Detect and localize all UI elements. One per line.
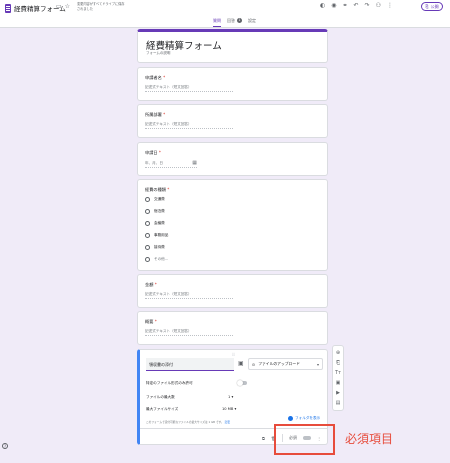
duplicate-icon[interactable]: ⧉ [262,436,265,441]
max-size-select[interactable]: 10 MB ▾ [222,407,236,411]
add-question-icon[interactable]: ⊕ [336,350,340,356]
add-title-icon[interactable]: Tт [335,370,341,376]
radio-option[interactable]: 宿泊費 [145,209,165,214]
dropdown-arrow-icon: ▾ [316,362,319,367]
response-count-badge: 1 [237,18,242,23]
form-description[interactable]: フォームの説明 [146,51,170,56]
image-icon[interactable]: ▣ [238,360,244,367]
tab-settings[interactable]: 設定 [248,16,256,25]
title-icons: ▭ ☆ [56,3,70,10]
size-note: このフォームで受付可能なファイルの最大サイズは 1 GB です。 変更 [146,420,230,424]
radio-option-other[interactable]: その他... [145,257,168,262]
radio-circle [145,233,150,238]
question-type-select[interactable]: ⊙ ファイルのアップロード ▾ [248,358,323,370]
drag-handle-icon[interactable]: ⠿ [232,352,236,357]
tabs: 質問 回答 1 設定 [213,16,256,27]
forms-app-icon[interactable] [5,4,11,13]
folder-icon [288,416,293,421]
view-folder-link[interactable]: フォルダを表示 [288,416,320,421]
date-placeholder: 年、月、日 ▦ [145,160,197,168]
import-questions-icon[interactable]: ⎗ [336,360,340,366]
short-answer-placeholder: 記述式テキスト（短文回答） [145,122,233,129]
add-section-icon[interactable]: ▤ [336,400,341,406]
undo-icon[interactable]: ↶ [354,2,359,9]
radio-option[interactable]: 事務用品 [145,233,168,238]
tab-label: 設定 [248,17,256,23]
question-label: 所属部署 * [145,112,166,117]
form-title-card[interactable]: 経費精算フォーム フォームの説明 [137,29,328,63]
folder-icon[interactable]: ▭ [56,3,62,10]
radio-circle [145,209,150,214]
question-label: 金額 * [145,282,157,287]
radio-option[interactable]: 交通費 [145,197,165,202]
question-card-applicant[interactable]: 申請者名 * 記述式テキスト（短文回答） [137,67,328,101]
tab-label: 回答 [227,17,235,23]
calendar-icon: ▦ [192,160,197,166]
form-title[interactable]: 経費精算フォーム [146,38,222,52]
question-title-input[interactable]: 領収書の添付 [146,358,234,371]
question-label: 申請日 * [145,150,162,155]
toolbar: ◐ ◉ ⚭ ↶ ↷ ⚇ ⋮ [320,2,393,9]
question-card-expense-type[interactable]: 経費の種類 * 交通費 宿泊費 会議費 事務用品 接待費 その他... [137,179,328,271]
floating-toolbar: ⊕ ⎗ Tт ▣ ▶ ▤ [332,345,344,411]
max-size-label: 最大ファイルサイズ [146,407,179,411]
question-card-department[interactable]: 所属部署 * 記述式テキスト（短文回答） [137,104,328,138]
change-link[interactable]: 変更 [225,420,230,424]
add-image-icon[interactable]: ▣ [336,380,341,386]
link-icon[interactable]: ⚭ [343,2,348,9]
tab-label: 質問 [213,17,221,23]
radio-circle [145,245,150,250]
redo-icon[interactable]: ↷ [365,2,370,9]
palette-icon[interactable]: ◐ [320,2,325,9]
radio-circle [145,257,150,262]
short-answer-placeholder: 記述式テキスト（短文回答） [145,329,233,336]
upload-icon: ⊙ [252,361,256,367]
short-answer-placeholder: 記述式テキスト（短文回答） [145,292,233,299]
radio-circle [145,197,150,202]
file-type-toggle[interactable] [237,380,247,386]
question-label: 申請者名 * [145,75,166,80]
add-collaborator-icon[interactable]: ⚇ [376,2,381,9]
add-video-icon[interactable]: ▶ [336,390,340,396]
publish-label: 公開 [430,3,439,9]
question-label: 経費の種類 * [145,187,170,192]
tab-responses[interactable]: 回答 1 [227,16,242,25]
max-files-label: ファイルの最大数 [146,395,175,399]
short-answer-placeholder: 記述式テキスト（短文回答） [145,85,233,92]
star-icon[interactable]: ☆ [65,3,70,10]
help-icon[interactable]: ? [2,443,8,449]
file-type-setting-label: 特定のファイル形式のみ許可 [146,381,193,385]
tab-questions[interactable]: 質問 [213,16,221,27]
question-card-summary[interactable]: 概要 * 記述式テキスト（短文回答） [137,311,328,345]
preview-icon[interactable]: ◉ [331,2,336,9]
more-vert-icon[interactable]: ⋮ [387,2,393,9]
publish-button[interactable]: ⎘ 公開 [421,2,443,11]
save-status: 変更内容がすべてドライブに保存されました [77,2,125,11]
question-type-label: ファイルのアップロード [258,361,300,366]
publish-icon: ⎘ [425,4,429,9]
question-card-date[interactable]: 申請日 * 年、月、日 ▦ [137,142,328,176]
question-label: 概要 * [145,319,157,324]
callout-label: 必須項目 [345,432,394,446]
question-card-amount[interactable]: 金額 * 記述式テキスト（短文回答） [137,274,328,308]
radio-option[interactable]: 接待費 [145,245,165,250]
radio-option[interactable]: 会議費 [145,221,165,226]
required-highlight-box [274,424,335,455]
max-files-select[interactable]: 1 ▾ [228,395,233,399]
radio-circle [145,221,150,226]
